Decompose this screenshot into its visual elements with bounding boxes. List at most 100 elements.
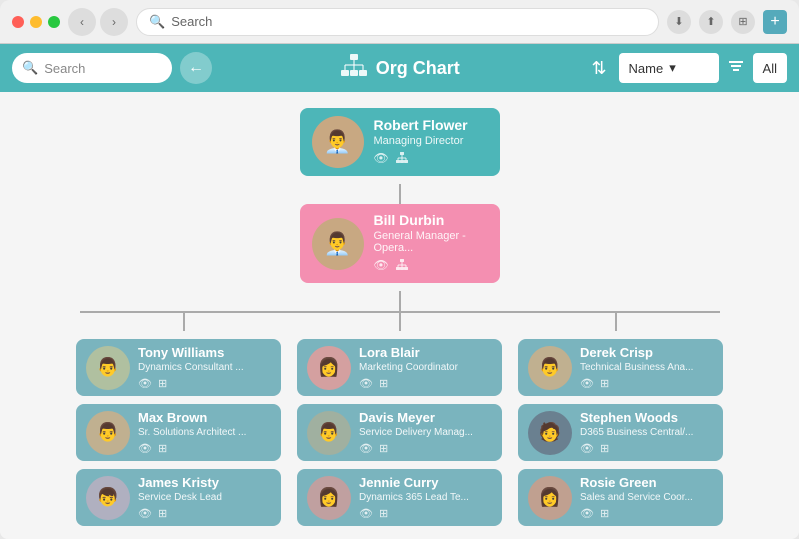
connector-bill-children (20, 291, 779, 331)
node-info-derek: Derek Crisp Technical Business Ana... 👁 … (580, 345, 713, 390)
node-title-max: Sr. Solutions Architect ... (138, 427, 271, 438)
nav-buttons: ‹ › (68, 8, 128, 36)
browser-icons: ⬇ ⬆ ⊞ (667, 10, 755, 34)
node-title-lora: Marketing Coordinator (359, 362, 492, 373)
maximize-button[interactable] (48, 16, 60, 28)
col-right: 👨 Derek Crisp Technical Business Ana... … (518, 339, 723, 526)
node-title-rosie: Sales and Service Coor... (580, 492, 713, 503)
avatar-davis: 👨 (307, 411, 351, 455)
bookmark-icon[interactable]: ⊞ (731, 10, 755, 34)
node-title-jennie: Dynamics 365 Lead Te... (359, 492, 492, 503)
node-james[interactable]: 👦 James Kristy Service Desk Lead 👁 ⊞ (76, 469, 281, 526)
org-icon: ⊞ (600, 507, 609, 520)
node-icons-tony: 👁 ⊞ (138, 377, 271, 390)
avatar-james: 👦 (86, 476, 130, 520)
node-name-rosie: Rosie Green (580, 475, 713, 490)
forward-nav-button[interactable]: › (100, 8, 128, 36)
new-tab-button[interactable]: + (763, 10, 787, 34)
node-name-stephen: Stephen Woods (580, 410, 713, 425)
close-button[interactable] (12, 16, 24, 28)
eye-icon: 👁 (580, 442, 594, 455)
eye-icon: 👁 (359, 377, 373, 390)
node-robert[interactable]: 👨‍💼 Robert Flower Managing Director 👁 (300, 108, 500, 176)
download-icon[interactable]: ⬇ (667, 10, 691, 34)
node-icons-rosie: 👁 ⊞ (580, 507, 713, 520)
node-name-james: James Kristy (138, 475, 271, 490)
node-name-max: Max Brown (138, 410, 271, 425)
node-info-max: Max Brown Sr. Solutions Architect ... 👁 … (138, 410, 271, 455)
node-lora[interactable]: 👩 Lora Blair Marketing Coordinator 👁 ⊞ (297, 339, 502, 396)
org-icon: ⊞ (158, 377, 167, 390)
all-filter-button[interactable]: All (753, 53, 787, 83)
node-title-tony: Dynamics Consultant ... (138, 362, 271, 373)
node-jennie[interactable]: 👩 Jennie Curry Dynamics 365 Lead Te... 👁… (297, 469, 502, 526)
node-max[interactable]: 👨 Max Brown Sr. Solutions Architect ... … (76, 404, 281, 461)
node-icons-max: 👁 ⊞ (138, 442, 271, 455)
back-nav-button[interactable]: ‹ (68, 8, 96, 36)
address-text: Search (171, 14, 212, 29)
node-title-derek: Technical Business Ana... (580, 362, 713, 373)
node-info-bill: Bill Durbin General Manager - Opera... 👁 (374, 212, 488, 275)
name-dropdown[interactable]: Name ▾ (619, 53, 719, 83)
node-title-james: Service Desk Lead (138, 492, 271, 503)
eye-icon: 👁 (580, 507, 594, 520)
search-box[interactable]: 🔍 Search (12, 53, 172, 83)
sort-button[interactable]: ⇅ (587, 58, 610, 79)
node-info-stephen: Stephen Woods D365 Business Central/... … (580, 410, 713, 455)
browser-chrome: ‹ › 🔍 Search ⬇ ⬆ ⊞ + (0, 0, 799, 44)
chevron-down-icon: ▾ (669, 60, 676, 76)
node-title-robert: Managing Director (374, 135, 488, 147)
node-info-lora: Lora Blair Marketing Coordinator 👁 ⊞ (359, 345, 492, 390)
node-bill[interactable]: 👨‍💼 Bill Durbin General Manager - Opera.… (300, 204, 500, 283)
org-icon: ⊞ (158, 507, 167, 520)
node-name-robert: Robert Flower (374, 117, 488, 133)
connector-robert-bill (20, 184, 779, 204)
node-icons-robert: 👁 (374, 151, 488, 168)
top-bar: 🔍 Search ← Org Char (0, 44, 799, 92)
node-icons-bill: 👁 (374, 258, 488, 275)
avatar-robert: 👨‍💼 (312, 116, 364, 168)
node-davis[interactable]: 👨 Davis Meyer Service Delivery Manag... … (297, 404, 502, 461)
node-tony[interactable]: 👨 Tony Williams Dynamics Consultant ... … (76, 339, 281, 396)
eye-icon: 👁 (359, 442, 373, 455)
node-derek[interactable]: 👨 Derek Crisp Technical Business Ana... … (518, 339, 723, 396)
node-icons-jennie: 👁 ⊞ (359, 507, 492, 520)
root-node-row: 👨‍💼 Robert Flower Managing Director 👁 (20, 108, 779, 176)
node-name-davis: Davis Meyer (359, 410, 492, 425)
org-icon: ⊞ (158, 442, 167, 455)
org-icon (395, 151, 409, 168)
node-stephen[interactable]: 🧑 Stephen Woods D365 Business Central/..… (518, 404, 723, 461)
node-name-bill: Bill Durbin (374, 212, 488, 228)
eye-icon: 👁 (374, 258, 389, 275)
node-name-lora: Lora Blair (359, 345, 492, 360)
eye-icon: 👁 (138, 377, 152, 390)
eye-icon: 👁 (374, 151, 389, 168)
three-cols: 👨 Tony Williams Dynamics Consultant ... … (20, 339, 779, 526)
eye-icon: 👁 (359, 507, 373, 520)
node-icons-lora: 👁 ⊞ (359, 377, 492, 390)
avatar-rosie: 👩 (528, 476, 572, 520)
node-icons-davis: 👁 ⊞ (359, 442, 492, 455)
col-left: 👨 Tony Williams Dynamics Consultant ... … (76, 339, 281, 526)
app-container: 🔍 Search ← Org Char (0, 44, 799, 539)
avatar-lora: 👩 (307, 346, 351, 390)
node-rosie[interactable]: 👩 Rosie Green Sales and Service Coor... … (518, 469, 723, 526)
avatar-tony: 👨 (86, 346, 130, 390)
bill-node-row: 👨‍💼 Bill Durbin General Manager - Opera.… (20, 204, 779, 283)
node-info-rosie: Rosie Green Sales and Service Coor... 👁 … (580, 475, 713, 520)
org-icon: ⊞ (379, 442, 388, 455)
filter-button[interactable] (727, 57, 745, 80)
avatar-bill: 👨‍💼 (312, 218, 364, 270)
org-icon: ⊞ (600, 377, 609, 390)
org-icon: ⊞ (379, 377, 388, 390)
minimize-button[interactable] (30, 16, 42, 28)
address-bar[interactable]: 🔍 Search (136, 8, 659, 36)
eye-icon: 👁 (580, 377, 594, 390)
back-button[interactable]: ← (180, 52, 212, 84)
eye-icon: 👁 (138, 442, 152, 455)
share-icon[interactable]: ⬆ (699, 10, 723, 34)
node-name-tony: Tony Williams (138, 345, 271, 360)
search-icon: 🔍 (22, 60, 38, 76)
title-text: Org Chart (376, 58, 460, 79)
node-title-bill: General Manager - Opera... (374, 230, 488, 254)
